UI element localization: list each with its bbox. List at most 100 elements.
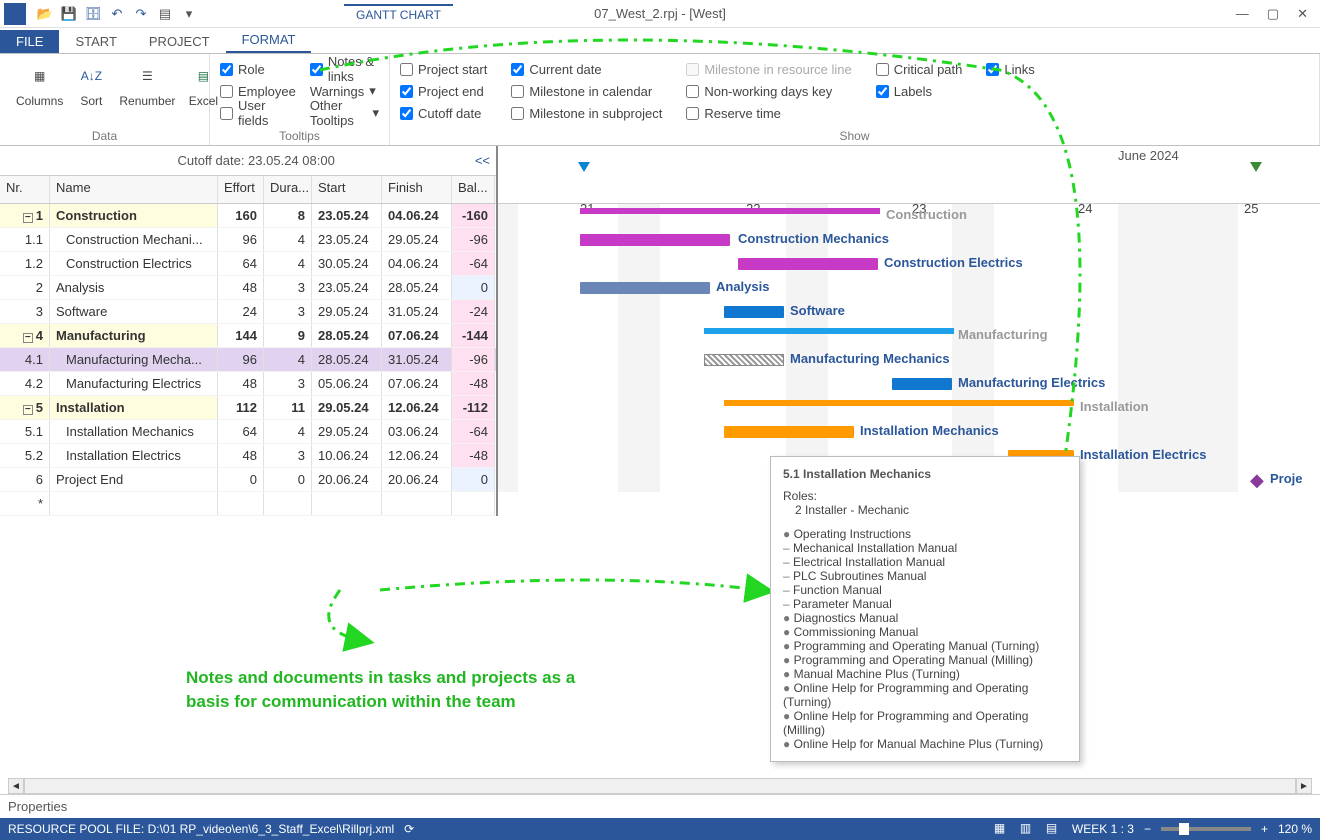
col-duration[interactable]: Dura... (264, 176, 312, 203)
undo-icon[interactable]: ↶ (108, 5, 126, 23)
other-tooltips-dropdown[interactable]: Other Tooltips ▾ (310, 102, 379, 124)
zoom-in-icon[interactable]: + (1261, 822, 1268, 836)
scroll-right-icon[interactable]: ► (1296, 778, 1312, 794)
table-row[interactable]: 1.1Construction Mechani...96423.05.2429.… (0, 228, 496, 252)
expand-icon[interactable]: − (23, 405, 33, 415)
table-row[interactable]: −5Installation1121129.05.2412.06.24-112 (0, 396, 496, 420)
chk-current-date[interactable]: Current date (511, 58, 662, 80)
chk-project-start[interactable]: Project start (400, 58, 487, 80)
bar-label-installation: Installation (1080, 399, 1149, 414)
contextual-tab-title: GANTT CHART (344, 4, 453, 24)
close-icon[interactable]: ✕ (1297, 6, 1308, 22)
view-icon-1[interactable]: ▦ (994, 821, 1010, 837)
ribbon: ▦Columns A↓ZSort ☰Renumber ▤Excel Data R… (0, 54, 1320, 146)
status-week: WEEK 1 : 3 (1072, 822, 1134, 836)
tooltip-note-item: Mechanical Installation Manual (783, 541, 1067, 555)
table-row[interactable]: * (0, 492, 496, 516)
bar-label-ielec: Installation Electrics (1080, 447, 1206, 462)
grid-body: −1Construction160823.05.2404.06.24-1601.… (0, 204, 496, 516)
gantt-body[interactable]: Construction Construction Mechanics Cons… (498, 204, 1320, 492)
tooltip-note-item: Function Manual (783, 583, 1067, 597)
task-tooltip: 5.1 Installation Mechanics Roles: 2 Inst… (770, 456, 1080, 762)
annotation-text: Notes and documents in tasks and project… (186, 666, 575, 714)
tooltip-note-item: Online Help for Manual Machine Plus (Tur… (783, 737, 1067, 751)
chk-cutoff-date[interactable]: Cutoff date (400, 102, 487, 124)
scroll-left-icon[interactable]: ◄ (8, 778, 24, 794)
chk-role[interactable]: Role (220, 58, 296, 80)
chk-milestone-subproject[interactable]: Milestone in subproject (511, 102, 662, 124)
bar-label-celec: Construction Electrics (884, 255, 1023, 270)
cutoff-date-label: Cutoff date: 23.05.24 08:00 (177, 153, 334, 168)
chk-labels[interactable]: Labels (876, 80, 963, 102)
tooltip-note-item: Commissioning Manual (783, 625, 1067, 639)
tab-format[interactable]: FORMAT (226, 28, 312, 53)
ribbon-group-tooltips-label: Tooltips (220, 127, 379, 143)
columns-button[interactable]: ▦Columns (10, 58, 69, 110)
maximize-icon[interactable]: ▢ (1267, 6, 1279, 22)
view-icon-3[interactable]: ▤ (1046, 821, 1062, 837)
status-file-path: RESOURCE POOL FILE: D:\01 RP_video\en\6_… (8, 822, 394, 836)
chk-userfields[interactable]: User fields (220, 102, 296, 124)
horizontal-scrollbar[interactable]: ◄ ► (8, 778, 1312, 794)
tooltip-note-item: Programming and Operating Manual (Turnin… (783, 639, 1067, 653)
chk-nonworking-key[interactable]: Non-working days key (686, 80, 851, 102)
quick-access-toolbar: 📂 💾 🗄 ↶ ↷ ▤ ▾ (30, 5, 204, 23)
table-row[interactable]: 4.2Manufacturing Electrics48305.06.2407.… (0, 372, 496, 396)
save-all-icon[interactable]: 🗄 (84, 5, 102, 23)
chk-notes-links[interactable]: Notes & links (310, 58, 379, 80)
ribbon-group-data-label: Data (10, 127, 199, 143)
view-icon-2[interactable]: ▥ (1020, 821, 1036, 837)
table-row[interactable]: 1.2Construction Electrics64430.05.2404.0… (0, 252, 496, 276)
table-row[interactable]: −4Manufacturing144928.05.2407.06.24-144 (0, 324, 496, 348)
refresh-icon[interactable]: ⟳ (404, 822, 414, 836)
insert-icon[interactable]: ▤ (156, 5, 174, 23)
chk-milestone-calendar[interactable]: Milestone in calendar (511, 80, 662, 102)
chk-critical-path[interactable]: Critical path (876, 58, 963, 80)
tooltip-notes-list: Operating InstructionsMechanical Install… (783, 527, 1067, 751)
col-balance[interactable]: Bal... (452, 176, 495, 203)
table-row[interactable]: −1Construction160823.05.2404.06.24-160 (0, 204, 496, 228)
tab-file[interactable]: FILE (0, 30, 59, 53)
bar-label-cmech: Construction Mechanics (738, 231, 889, 246)
tooltip-note-item: PLC Subroutines Manual (783, 569, 1067, 583)
table-row[interactable]: 6Project End0020.06.2420.06.240 (0, 468, 496, 492)
tooltip-role-line: 2 Installer - Mechanic (783, 503, 1067, 517)
tooltip-note-item: Electrical Installation Manual (783, 555, 1067, 569)
tooltip-note-item: Diagnostics Manual (783, 611, 1067, 625)
chk-reserve-time[interactable]: Reserve time (686, 102, 851, 124)
month-label: June 2024 (1118, 148, 1179, 163)
task-grid-panel: Cutoff date: 23.05.24 08:00 << Nr. Name … (0, 146, 498, 516)
collapse-grid-button[interactable]: << (475, 153, 490, 168)
tooltip-note-item: Online Help for Programming and Operatin… (783, 709, 1067, 737)
table-row[interactable]: 3Software24329.05.2431.05.24-24 (0, 300, 496, 324)
zoom-slider[interactable] (1161, 827, 1251, 831)
table-row[interactable]: 4.1Manufacturing Mecha...96428.05.2431.0… (0, 348, 496, 372)
col-effort[interactable]: Effort (218, 176, 264, 203)
save-icon[interactable]: 💾 (60, 5, 78, 23)
window-controls: — ▢ ✕ (1236, 6, 1320, 22)
chk-links[interactable]: Links (986, 58, 1034, 80)
zoom-value: 120 % (1278, 822, 1312, 836)
redo-icon[interactable]: ↷ (132, 5, 150, 23)
col-finish[interactable]: Finish (382, 176, 452, 203)
col-name[interactable]: Name (50, 176, 218, 203)
renumber-button[interactable]: ☰Renumber (113, 58, 181, 110)
bar-label-melec: Manufacturing Electrics (958, 375, 1105, 390)
open-folder-icon[interactable]: 📂 (36, 5, 54, 23)
col-nr[interactable]: Nr. (0, 176, 50, 203)
qat-dropdown-icon[interactable]: ▾ (180, 5, 198, 23)
minimize-icon[interactable]: — (1236, 6, 1249, 22)
table-row[interactable]: 5.2Installation Electrics48310.06.2412.0… (0, 444, 496, 468)
ribbon-group-show-label: Show (400, 127, 1309, 143)
zoom-out-icon[interactable]: − (1144, 822, 1151, 836)
chk-project-end[interactable]: Project end (400, 80, 487, 102)
expand-icon[interactable]: − (23, 333, 33, 343)
bar-label-construction: Construction (886, 207, 967, 222)
tab-project[interactable]: PROJECT (133, 30, 226, 53)
table-row[interactable]: 2Analysis48323.05.2428.05.240 (0, 276, 496, 300)
tab-start[interactable]: START (59, 30, 132, 53)
sort-button[interactable]: A↓ZSort (69, 58, 113, 110)
table-row[interactable]: 5.1Installation Mechanics64429.05.2403.0… (0, 420, 496, 444)
expand-icon[interactable]: − (23, 213, 33, 223)
col-start[interactable]: Start (312, 176, 382, 203)
